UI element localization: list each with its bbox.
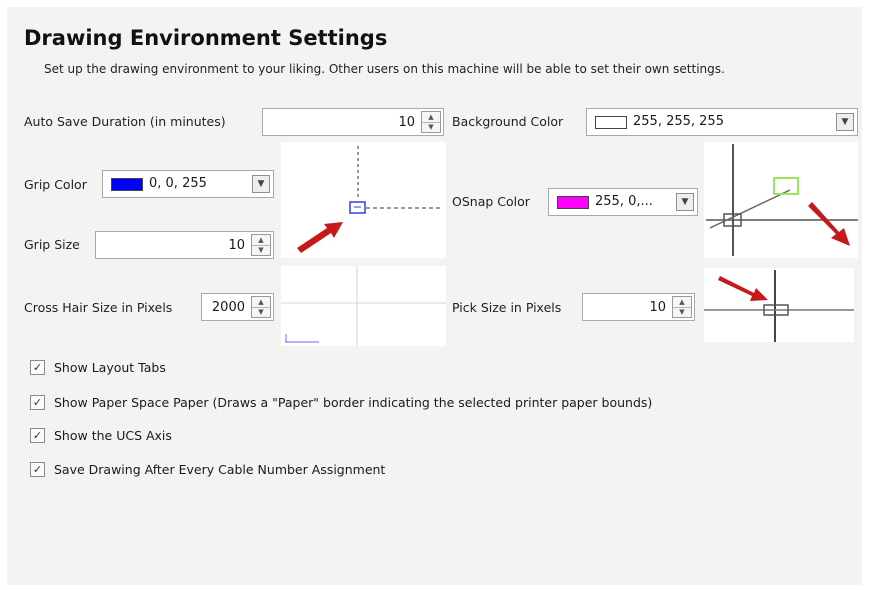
pick-size-preview-graphic xyxy=(704,270,854,342)
cross-hair-preview-graphic xyxy=(281,266,446,346)
pick-size-preview xyxy=(704,268,854,342)
osnap-color-swatch xyxy=(557,196,589,209)
pick-size-value: 10 xyxy=(649,300,666,315)
spin-down-icon[interactable]: ▼ xyxy=(252,307,270,317)
chevron-down-icon[interactable]: ▼ xyxy=(252,175,270,193)
pick-size-spinner[interactable]: ▲ ▼ xyxy=(672,296,692,318)
grip-color-swatch xyxy=(111,178,143,191)
pick-size-label: Pick Size in Pixels xyxy=(452,300,562,315)
grip-color-value: 0, 0, 255 xyxy=(149,176,207,191)
grip-size-spinner[interactable]: ▲ ▼ xyxy=(251,234,271,256)
chevron-down-icon[interactable]: ▼ xyxy=(676,193,694,211)
cross-hair-preview xyxy=(281,266,446,346)
osnap-color-select[interactable]: 255, 0,... ▼ xyxy=(548,188,698,216)
show-paper-space-label: Show Paper Space Paper (Draws a "Paper" … xyxy=(54,395,653,410)
page-subtitle: Set up the drawing environment to your l… xyxy=(44,62,725,76)
auto-save-stepper[interactable]: 10 ▲ ▼ xyxy=(262,108,444,136)
grip-size-label: Grip Size xyxy=(24,237,80,252)
cross-hair-spinner[interactable]: ▲ ▼ xyxy=(251,296,271,318)
chevron-down-icon[interactable]: ▼ xyxy=(836,113,854,131)
spin-down-icon[interactable]: ▼ xyxy=(422,122,440,132)
auto-save-value: 10 xyxy=(398,115,415,130)
background-color-swatch xyxy=(595,116,627,129)
cross-hair-stepper[interactable]: 2000 ▲ ▼ xyxy=(201,293,274,321)
spin-down-icon[interactable]: ▼ xyxy=(252,245,270,255)
background-color-select[interactable]: 255, 255, 255 ▼ xyxy=(586,108,858,136)
show-layout-tabs-label: Show Layout Tabs xyxy=(54,360,166,375)
osnap-preview-graphic xyxy=(706,144,858,256)
background-color-label: Background Color xyxy=(452,114,564,129)
auto-save-label: Auto Save Duration (in minutes) xyxy=(24,114,226,129)
grip-size-stepper[interactable]: 10 ▲ ▼ xyxy=(95,231,274,259)
show-ucs-axis-checkbox[interactable]: ✓ xyxy=(30,428,45,443)
osnap-preview xyxy=(704,142,858,258)
page-title: Drawing Environment Settings xyxy=(24,26,388,50)
show-paper-space-checkbox[interactable]: ✓ xyxy=(30,395,45,410)
save-drawing-checkbox[interactable]: ✓ xyxy=(30,462,45,477)
pick-size-stepper[interactable]: 10 ▲ ▼ xyxy=(582,293,695,321)
save-drawing-label: Save Drawing After Every Cable Number As… xyxy=(54,462,386,477)
osnap-color-label: OSnap Color xyxy=(452,194,530,209)
spin-down-icon[interactable]: ▼ xyxy=(673,307,691,317)
cross-hair-value: 2000 xyxy=(211,300,245,315)
show-ucs-axis-label: Show the UCS Axis xyxy=(54,428,172,443)
grip-color-label: Grip Color xyxy=(24,177,87,192)
background-color-value: 255, 255, 255 xyxy=(633,114,724,129)
auto-save-spinner[interactable]: ▲ ▼ xyxy=(421,111,441,133)
grip-size-value: 10 xyxy=(228,238,245,253)
show-layout-tabs-checkbox[interactable]: ✓ xyxy=(30,360,45,375)
osnap-color-value: 255, 0,... xyxy=(595,194,653,209)
grip-color-select[interactable]: 0, 0, 255 ▼ xyxy=(102,170,274,198)
grip-preview xyxy=(281,142,446,258)
grip-preview-graphic xyxy=(297,146,441,253)
cross-hair-label: Cross Hair Size in Pixels xyxy=(24,300,173,315)
